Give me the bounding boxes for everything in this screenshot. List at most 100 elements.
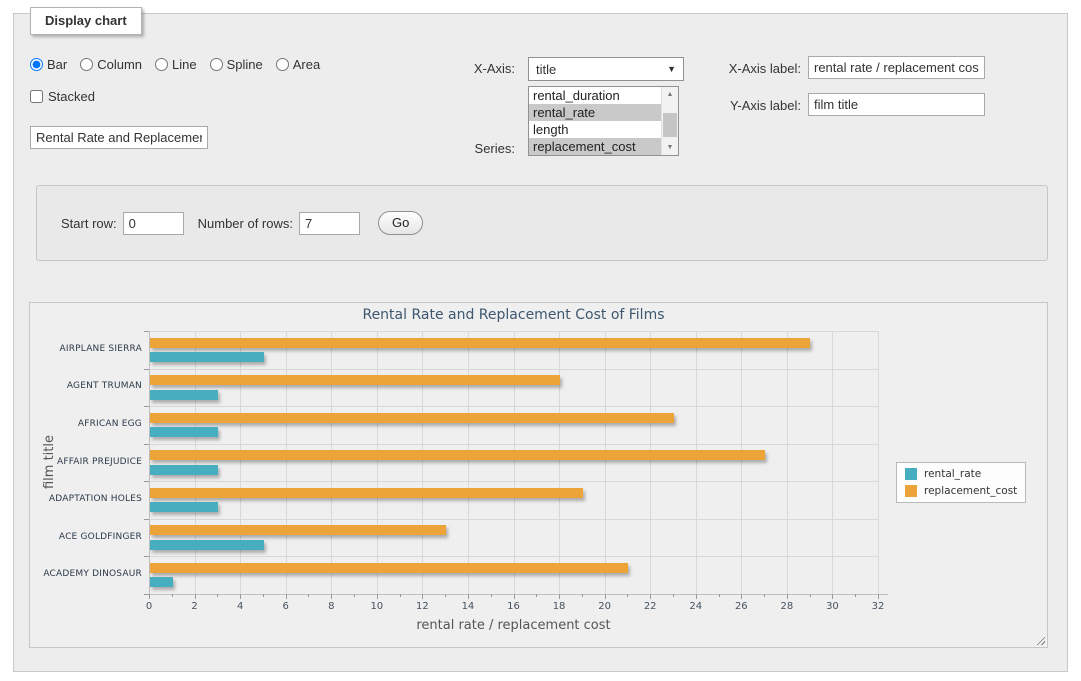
gridline-horizontal: [149, 481, 878, 482]
chart-title-input[interactable]: [30, 126, 208, 149]
page-root: { "fieldset": { "legend": "Display chart…: [0, 0, 1081, 681]
legend-label: rental_rate: [924, 468, 981, 480]
display-chart-fieldset: Display chart BarColumnLineSplineArea St…: [13, 13, 1068, 672]
x-axis-tick: [422, 594, 423, 599]
x-axis-tick: [810, 594, 811, 597]
series-option-replacement_cost[interactable]: replacement_cost: [529, 138, 661, 155]
x-axis-tick: [172, 594, 173, 597]
x-axis-tick: [605, 594, 606, 599]
x-axis-tick: [308, 594, 309, 597]
chart-type-option-column[interactable]: Column: [80, 57, 142, 72]
x-axis-tick: [855, 594, 856, 597]
y-axis-tick: [144, 556, 149, 557]
x-axis-select-label: X-Axis:: [432, 61, 515, 76]
gridline-vertical: [559, 331, 560, 594]
x-axis-tick: [741, 594, 742, 599]
num-rows-input[interactable]: [299, 212, 360, 235]
series-option-rental_rate[interactable]: rental_rate: [529, 104, 661, 121]
legend-item-rental_rate[interactable]: rental_rate: [905, 468, 1017, 480]
x-axis-tick: [468, 594, 469, 599]
chart-type-option-area[interactable]: Area: [276, 57, 320, 72]
gridline-vertical: [605, 331, 606, 594]
start-row-input[interactable]: [123, 212, 184, 235]
bar-rental_rate: [150, 465, 218, 475]
chart-type-radio-area[interactable]: [276, 58, 289, 71]
chart-type-option-bar[interactable]: Bar: [30, 57, 67, 72]
series-listbox-scrollbar[interactable]: ▲ ▼: [661, 87, 678, 155]
x-axis-tick: [514, 594, 515, 599]
chart-legend: rental_rate replacement_cost: [896, 462, 1026, 503]
y-axis-tick: [144, 369, 149, 370]
chart-type-option-label: Line: [172, 57, 197, 72]
y-axis-tick: [144, 331, 149, 332]
x-axis-tick: [400, 594, 401, 597]
x-axis-tick: [217, 594, 218, 597]
chart-title: Rental Rate and Replacement Cost of Film…: [149, 307, 878, 323]
series-listbox[interactable]: rental_durationrental_ratelengthreplacem…: [528, 86, 679, 156]
chart-type-radiogroup: Bar Column Line Spline Area: [30, 57, 320, 72]
x-axis-tick: [787, 594, 788, 599]
chart-type-option-label: Column: [97, 57, 142, 72]
chart-type-option-spline[interactable]: Spline: [210, 57, 263, 72]
x-axis-tick-label: 32: [858, 601, 898, 612]
x-axis-selected-value: title: [536, 62, 556, 77]
x-axis-tick-label: 6: [266, 601, 306, 612]
gridline-vertical: [878, 331, 879, 594]
x-axis-tick: [832, 594, 833, 599]
bar-rental_rate: [150, 577, 173, 587]
series-select-label: Series:: [432, 141, 515, 156]
resize-handle-icon[interactable]: [1034, 634, 1045, 645]
x-axis-select[interactable]: title ▼: [528, 57, 684, 81]
gridline-vertical: [787, 331, 788, 594]
x-axis-tick: [286, 594, 287, 599]
bar-rental_rate: [150, 502, 218, 512]
chart-type-radio-spline[interactable]: [210, 58, 223, 71]
legend-label: replacement_cost: [924, 485, 1017, 497]
bar-replacement_cost: [150, 338, 810, 348]
bar-rental_rate: [150, 390, 218, 400]
gridline-vertical: [195, 331, 196, 594]
gridline-vertical: [832, 331, 833, 594]
x-axis-tick: [195, 594, 196, 599]
stacked-checkbox[interactable]: [30, 90, 43, 103]
scroll-up-icon[interactable]: ▲: [662, 87, 678, 102]
x-axis-tick-label: 8: [311, 601, 351, 612]
x-axis-tick: [331, 594, 332, 599]
series-options: rental_durationrental_ratelengthreplacem…: [529, 87, 661, 155]
gridline-horizontal: [149, 519, 878, 520]
x-axis-tick-label: 0: [129, 601, 169, 612]
chart-type-option-label: Area: [293, 57, 320, 72]
gridline-vertical: [468, 331, 469, 594]
legend-swatch-icon: [905, 485, 917, 497]
gridline-vertical: [331, 331, 332, 594]
x-axis-tick-label: 12: [402, 601, 442, 612]
legend-item-replacement_cost[interactable]: replacement_cost: [905, 485, 1017, 497]
x-axis-tick-label: 28: [767, 601, 807, 612]
x-axis-tick-label: 10: [357, 601, 397, 612]
gridline-vertical: [377, 331, 378, 594]
chart-type-radio-bar[interactable]: [30, 58, 43, 71]
x-axis-label-input[interactable]: [808, 56, 985, 79]
go-button[interactable]: Go: [378, 211, 423, 235]
bar-rental_rate: [150, 427, 218, 437]
chart-type-radio-line[interactable]: [155, 58, 168, 71]
y-axis-label-input[interactable]: [808, 93, 985, 116]
chevron-down-icon: ▼: [667, 64, 676, 74]
y-axis-line: [149, 331, 150, 594]
chart-type-radio-column[interactable]: [80, 58, 93, 71]
chart-type-option-line[interactable]: Line: [155, 57, 197, 72]
x-axis-tick: [559, 594, 560, 599]
gridline-horizontal: [149, 444, 878, 445]
x-axis-tick: [445, 594, 446, 597]
gridline-vertical: [240, 331, 241, 594]
x-axis-tick: [673, 594, 674, 597]
scroll-down-icon[interactable]: ▼: [662, 140, 678, 155]
gridline-vertical: [696, 331, 697, 594]
bar-rental_rate: [150, 540, 264, 550]
scrollbar-thumb[interactable]: [663, 113, 677, 137]
gridline-vertical: [422, 331, 423, 594]
x-axis-tick: [582, 594, 583, 597]
series-option-length[interactable]: length: [529, 121, 661, 138]
gridline-vertical: [650, 331, 651, 594]
series-option-rental_duration[interactable]: rental_duration: [529, 87, 661, 104]
